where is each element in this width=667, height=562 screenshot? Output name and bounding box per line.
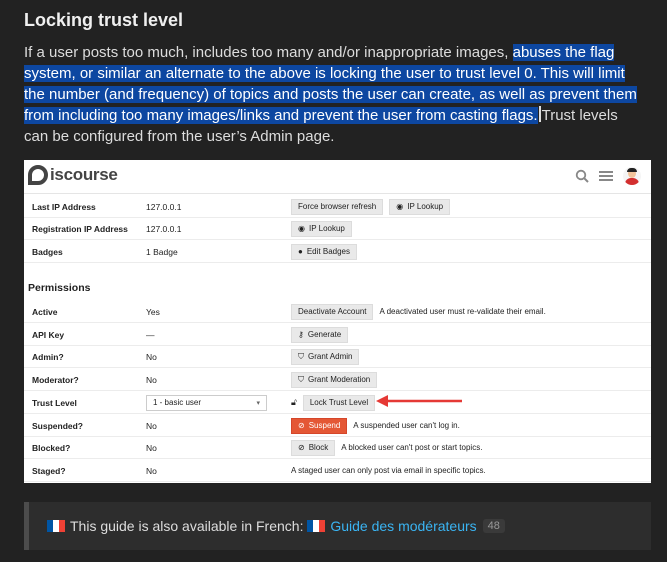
row-label: Admin? — [32, 351, 64, 362]
header-icons — [575, 167, 641, 185]
row-value: No — [146, 374, 157, 385]
red-arrow-icon — [376, 395, 462, 407]
section-heading: Locking trust level — [24, 10, 184, 30]
table-row: Last IP Address 127.0.0.1 Force browser … — [24, 196, 651, 218]
table-row: Badges 1 Badge ● Edit Badges — [24, 241, 651, 263]
suspend-button[interactable]: ⊘ Suspend — [291, 417, 348, 434]
table-row: Admin? No ⛉ Grant Admin — [24, 346, 651, 368]
table-row: Blocked? No ⊘ Block A blocked user can't … — [24, 437, 651, 459]
row-note: A deactivated user must re-validate thei… — [379, 307, 546, 316]
row-label: Suspended? — [32, 420, 84, 431]
user-avatar[interactable] — [623, 167, 641, 185]
trust-level-select[interactable]: 1 - basic user ▾ — [146, 394, 267, 411]
french-flag-icon — [307, 520, 326, 532]
row-label: Last IP Address — [32, 201, 96, 212]
row-value: No — [146, 351, 157, 362]
guide-des-moderateurs-link[interactable]: Guide des modérateurs — [330, 518, 476, 534]
body-paragraph: If a user posts too much, includes too m… — [24, 42, 644, 147]
key-icon: ⚷ — [298, 329, 304, 339]
hamburger-menu-icon[interactable] — [599, 170, 613, 182]
row-value: 127.0.0.1 — [146, 223, 182, 234]
link-click-count-badge: 48 — [482, 519, 505, 533]
french-flag-icon — [47, 520, 65, 532]
row-label: Blocked? — [32, 442, 71, 453]
row-value: — — [146, 329, 155, 340]
discourse-logo[interactable]: iscourse — [28, 165, 118, 185]
table-row: Active Yes Deactivate Account A deactiva… — [24, 301, 651, 323]
admin-user-screenshot: iscourse Last IP Address 127.0.0.1 Force… — [24, 160, 651, 483]
text-cursor-icon — [538, 106, 541, 122]
row-label: Badges — [32, 246, 63, 257]
row-note: A suspended user can't log in. — [353, 421, 460, 430]
row-value: No — [146, 465, 157, 476]
row-value: Yes — [146, 306, 160, 317]
force-browser-refresh-button[interactable]: Force browser refresh — [291, 198, 384, 215]
callout-text: This guide is also available in French: — [70, 518, 304, 534]
generate-api-key-button[interactable]: ⚷ Generate — [291, 326, 349, 343]
chevron-down-icon: ▾ — [256, 399, 260, 407]
grant-admin-button[interactable]: ⛉ Grant Admin — [291, 348, 360, 365]
paragraph-plain-start: If a user posts too much, includes too m… — [24, 44, 513, 61]
row-label: Registration IP Address — [32, 223, 128, 234]
row-value: 127.0.0.1 — [146, 201, 182, 212]
permissions-title: Permissions — [28, 282, 91, 294]
shield-icon: ⛉ — [298, 351, 304, 361]
certificate-icon: ● — [298, 246, 303, 256]
globe-icon: ◉ — [396, 201, 404, 211]
table-row: Suspended? No ⊘ Suspend A suspended user … — [24, 415, 651, 437]
discourse-logo-icon — [28, 165, 48, 185]
ip-lookup-button[interactable]: ◉ IP Lookup — [389, 198, 451, 215]
row-label: API Key — [32, 329, 65, 340]
shield-icon: ⛉ — [298, 374, 304, 384]
globe-icon: ◉ — [298, 223, 305, 233]
search-icon[interactable] — [575, 169, 589, 183]
deactivate-account-button[interactable]: Deactivate Account — [291, 303, 374, 320]
table-row: Staged? No A staged user can only post v… — [24, 460, 651, 482]
table-row: Moderator? No ⛉ Grant Moderation — [24, 369, 651, 391]
grant-moderation-button[interactable]: ⛉ Grant Moderation — [291, 371, 378, 388]
ban-icon: ⊘ — [298, 442, 305, 452]
ip-lookup-button[interactable]: ◉ IP Lookup — [291, 220, 352, 237]
row-value: 1 Badge — [146, 246, 178, 257]
table-row: Registration IP Address 127.0.0.1 ◉ IP Lo… — [24, 218, 651, 240]
unlock-icon: 🔓︎ — [291, 397, 297, 407]
block-button[interactable]: ⊘ Block — [291, 439, 336, 456]
row-note: A blocked user can't post or start topic… — [341, 443, 483, 452]
discourse-logo-text: iscourse — [50, 165, 118, 184]
ban-icon: ⊘ — [298, 420, 305, 430]
row-value: No — [146, 420, 157, 431]
discourse-header: iscourse — [24, 160, 651, 194]
row-label: Trust Level — [32, 397, 77, 408]
row-label: Active — [32, 306, 58, 317]
table-row: API Key — ⚷ Generate — [24, 324, 651, 346]
lock-trust-level-button[interactable]: Lock Trust Level — [302, 394, 376, 411]
edit-badges-button[interactable]: ● Edit Badges — [291, 243, 357, 260]
table-row: Trust Level 1 - basic user ▾ 🔓︎ Lock Trus… — [24, 392, 651, 414]
row-value: No — [146, 442, 157, 453]
row-label: Staged? — [32, 465, 66, 476]
french-guide-callout: This guide is also available in French: … — [24, 502, 651, 550]
row-label: Moderator? — [32, 374, 79, 385]
row-note: A staged user can only post via email in… — [291, 466, 486, 475]
